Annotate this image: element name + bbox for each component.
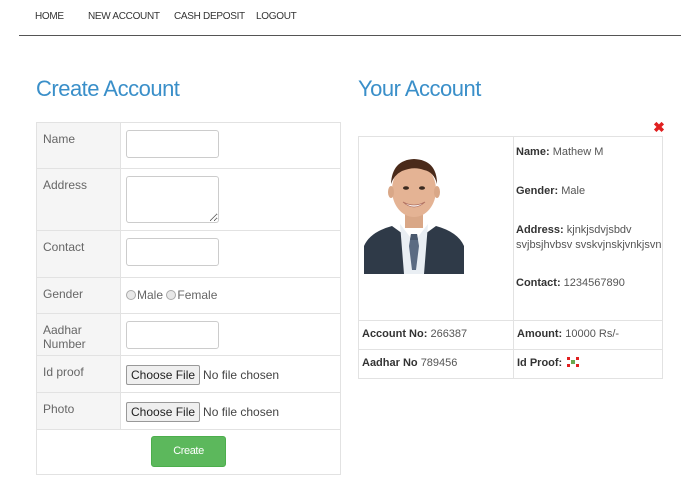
account-number-key: Account No:	[362, 328, 428, 340]
account-number-value: 266387	[430, 328, 468, 340]
nav-home[interactable]: HOME	[35, 11, 64, 22]
aadhar-label: Aadhar Number	[36, 313, 121, 356]
account-gender-row: Gender: Male	[516, 184, 662, 199]
account-name-value: Mathew M	[552, 146, 604, 158]
profile-photo	[362, 150, 466, 274]
broken-image-icon	[567, 357, 580, 367]
top-navigation: HOME NEW ACCOUNT CASH DEPOSIT LOGOUT	[0, 0, 686, 36]
account-name-key: Name:	[516, 146, 550, 158]
gender-female-label: Female	[177, 288, 218, 302]
aadhar-number-value: 789456	[420, 357, 458, 369]
account-contact-value: 1234567890	[563, 277, 625, 289]
account-gender-key: Gender:	[516, 185, 559, 197]
account-address-key: Address:	[516, 224, 564, 236]
account-name-row: Name: Mathew M	[516, 145, 662, 160]
photo-cell	[358, 136, 514, 321]
contact-label: Contact	[36, 230, 121, 278]
nav-cash-deposit[interactable]: CASH DEPOSIT	[174, 11, 245, 22]
address-label: Address	[36, 168, 121, 231]
account-info-cell: Name: Mathew M Gender: Male Address: kjn…	[513, 136, 663, 321]
create-account-title: Create Account	[36, 76, 180, 101]
amount-key: Amount:	[517, 328, 563, 340]
account-gender-value: Male	[561, 185, 586, 197]
photo-choose-file-button[interactable]: Choose File	[126, 402, 201, 422]
create-account-form: Name Address Contact Gender Male Female …	[36, 122, 341, 486]
account-details-card: Name: Mathew M Gender: Male Address: kjn…	[358, 136, 663, 379]
nav-divider	[19, 35, 681, 36]
photo-file-status: No file chosen	[203, 405, 280, 419]
account-contact-row: Contact: 1234567890	[516, 276, 662, 291]
gender-female-radio[interactable]	[166, 290, 177, 300]
idproof-cell: Id Proof:	[513, 349, 663, 379]
amount-value: 10000 Rs/-	[565, 328, 620, 340]
idproof-key: Id Proof:	[517, 357, 563, 369]
gender-male-label: Male	[137, 288, 164, 302]
idproof-label: Id proof	[36, 355, 121, 393]
aadhar-number-key: Aadhar No	[362, 357, 418, 369]
aadhar-input[interactable]	[126, 321, 219, 349]
contact-input[interactable]	[126, 238, 219, 266]
address-textarea[interactable]	[126, 176, 219, 223]
aadhar-number-cell: Aadhar No 789456	[358, 349, 514, 379]
create-account-button[interactable]: Create Account	[151, 436, 226, 486]
close-icon[interactable]: ✖	[653, 120, 665, 134]
photo-label: Photo	[36, 392, 121, 430]
name-label: Name	[36, 122, 121, 169]
nav-logout[interactable]: LOGOUT	[256, 11, 297, 22]
idproof-choose-file-button[interactable]: Choose File	[126, 365, 201, 385]
idproof-file-status: No file chosen	[203, 368, 280, 382]
name-input[interactable]	[126, 130, 219, 158]
account-contact-key: Contact:	[516, 277, 561, 289]
gender-male-radio[interactable]	[126, 290, 136, 300]
account-number-cell: Account No: 266387	[358, 320, 514, 350]
gender-label: Gender	[36, 277, 121, 314]
account-address-row: Address: kjnkjsdvjsbdv svjbsjhvbsv svskv…	[516, 223, 662, 253]
your-account-title: Your Account	[358, 76, 481, 101]
amount-cell: Amount: 10000 Rs/-	[513, 320, 663, 350]
nav-new-account[interactable]: NEW ACCOUNT	[88, 11, 160, 22]
